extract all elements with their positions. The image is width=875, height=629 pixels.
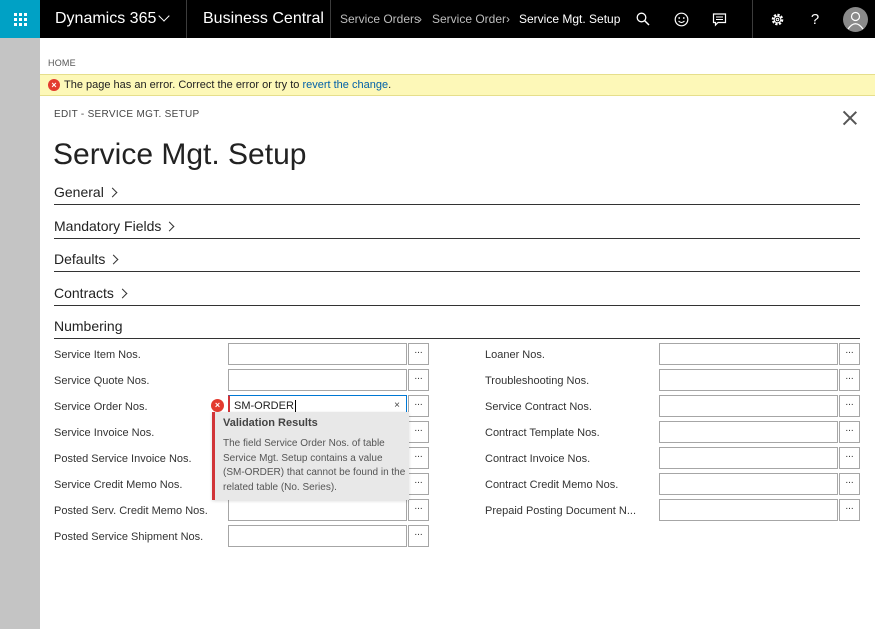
contract-credit-memo-nos-input[interactable] (659, 473, 838, 495)
section-contracts[interactable]: Contracts (54, 278, 860, 306)
chevron-right-icon (117, 288, 128, 299)
revert-change-link[interactable]: revert the change (302, 79, 388, 91)
section-numbering-label: Numbering (54, 318, 123, 334)
field-label: Posted Service Invoice Nos. (54, 453, 192, 465)
section-general[interactable]: General (54, 177, 860, 205)
contract-template-nos-input[interactable] (659, 421, 838, 443)
left-rail (0, 38, 40, 629)
breadcrumb-separator-icon: › (506, 12, 510, 26)
validation-message: The field Service Order Nos. of table Se… (223, 438, 406, 493)
field-label: Loaner Nos. (485, 349, 545, 361)
field-label: Service Invoice Nos. (54, 427, 155, 439)
lookup-button[interactable]: ... (408, 343, 429, 365)
error-text: The page has an error. Correct the error… (64, 79, 303, 91)
lookup-button[interactable]: ... (839, 343, 860, 365)
chevron-right-icon (107, 187, 118, 198)
posted-service-shipment-nos-input[interactable] (228, 525, 407, 547)
field-label: Prepaid Posting Document N... (485, 505, 637, 517)
field-label: Service Item Nos. (54, 349, 141, 361)
breadcrumb-current: Service Mgt. Setup (519, 12, 621, 26)
section-defaults[interactable]: Defaults (54, 244, 860, 272)
lookup-button[interactable]: ... (839, 369, 860, 391)
app-name[interactable]: Dynamics 365 (55, 0, 156, 38)
service-contract-nos-input[interactable] (659, 395, 838, 417)
edit-mode-label: EDIT - SERVICE MGT. SETUP (54, 109, 200, 120)
error-message: The page has an error. Correct the error… (64, 75, 391, 95)
app-launcher-button[interactable] (0, 0, 40, 38)
field-label: Contract Invoice Nos. (485, 453, 591, 465)
error-icon: × (211, 399, 224, 412)
divider (752, 0, 753, 38)
field-label: Service Contract Nos. (485, 401, 592, 413)
lookup-button[interactable]: ... (408, 499, 429, 521)
prepaid-posting-document-nos-input[interactable] (659, 499, 838, 521)
field-label: Service Quote Nos. (54, 375, 150, 387)
text-cursor (294, 400, 296, 412)
section-defaults-label: Defaults (54, 251, 106, 267)
help-icon[interactable]: ? (800, 0, 830, 38)
service-item-nos-input[interactable] (228, 343, 407, 365)
section-mandatory-fields[interactable]: Mandatory Fields (54, 211, 860, 239)
field-label: Posted Service Shipment Nos. (54, 531, 204, 543)
section-mandatory-fields-label: Mandatory Fields (54, 218, 162, 234)
field-label: Troubleshooting Nos. (485, 375, 590, 387)
divider (186, 0, 187, 38)
service-order-nos-value: SM-ORDER (234, 400, 294, 412)
breadcrumb-separator-icon: › (418, 12, 422, 26)
posted-serv-credit-memo-nos-input[interactable] (228, 499, 407, 521)
close-button[interactable] (840, 108, 860, 128)
troubleshooting-nos-input[interactable] (659, 369, 838, 391)
error-suffix: . (388, 79, 392, 91)
person-icon (847, 11, 864, 30)
contract-invoice-nos-input[interactable] (659, 447, 838, 469)
field-label: Contract Template Nos. (485, 427, 600, 439)
smile-icon[interactable] (666, 0, 696, 38)
lookup-button[interactable]: ... (408, 447, 429, 469)
service-quote-nos-input[interactable] (228, 369, 407, 391)
lookup-button[interactable]: ... (839, 421, 860, 443)
home-breadcrumb[interactable]: HOME (48, 58, 76, 68)
page-title: Service Mgt. Setup (53, 138, 307, 171)
avatar[interactable] (843, 7, 868, 32)
lookup-button[interactable]: ... (839, 395, 860, 417)
lookup-button[interactable]: ... (408, 525, 429, 547)
field-label: Service Credit Memo Nos. (54, 479, 183, 491)
chevron-right-icon (164, 221, 175, 232)
lookup-button[interactable]: ... (408, 395, 429, 417)
breadcrumb-service-orders[interactable]: Service Orders (340, 0, 420, 38)
top-bar: Dynamics 365 Business Central Service Or… (0, 0, 875, 38)
chevron-down-icon[interactable] (158, 10, 170, 22)
error-banner: × The page has an error. Correct the err… (40, 74, 875, 96)
chat-icon[interactable] (704, 0, 734, 38)
lookup-button[interactable]: ... (839, 447, 860, 469)
section-contracts-label: Contracts (54, 285, 114, 301)
chevron-right-icon (108, 254, 119, 265)
lookup-button[interactable]: ... (839, 499, 860, 521)
field-label: Posted Serv. Credit Memo Nos. (54, 505, 208, 517)
lookup-button[interactable]: ... (408, 421, 429, 443)
lookup-button[interactable]: ... (408, 473, 429, 495)
product-name[interactable]: Business Central (203, 0, 324, 38)
section-numbering[interactable]: Numbering (54, 311, 860, 339)
lookup-button[interactable]: ... (408, 369, 429, 391)
error-icon: × (48, 79, 60, 91)
breadcrumb-service-order[interactable]: Service Order (432, 0, 506, 38)
validation-results-popup: Validation Results The field Service Ord… (212, 412, 409, 500)
field-label: Service Order Nos. (54, 401, 148, 413)
validation-title: Validation Results (223, 417, 318, 429)
search-icon[interactable] (628, 0, 658, 38)
gear-icon[interactable] (762, 0, 792, 38)
section-general-label: General (54, 184, 104, 200)
loaner-nos-input[interactable] (659, 343, 838, 365)
edit-page: HOME × The page has an error. Correct th… (40, 38, 875, 629)
divider (330, 0, 331, 38)
field-label: Contract Credit Memo Nos. (485, 479, 619, 491)
lookup-button[interactable]: ... (839, 473, 860, 495)
waffle-icon (13, 12, 27, 26)
